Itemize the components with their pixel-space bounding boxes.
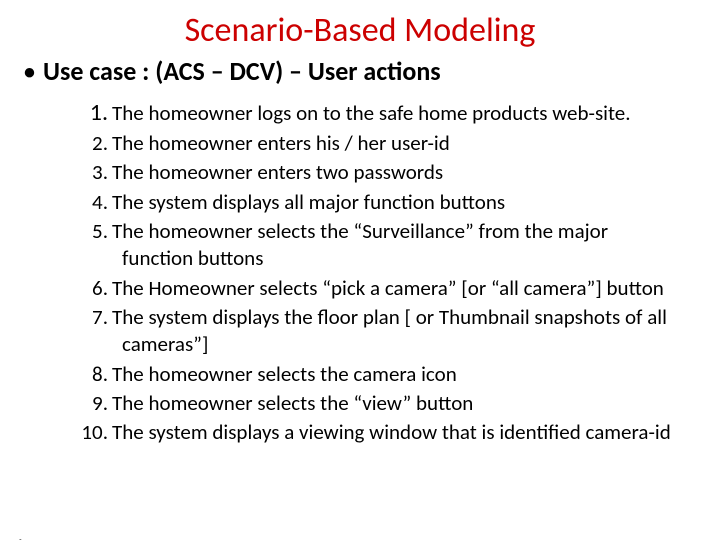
cutoff-text: by <box>18 534 38 540</box>
bullet-icon: • <box>24 61 35 83</box>
list-item: The homeowner selects the “Surveillance”… <box>80 218 680 273</box>
list-item: The homeowner selects the camera icon <box>80 361 680 388</box>
list-item: The homeowner selects the “view” button <box>80 390 680 417</box>
list-item: The Homeowner selects “pick a camera” [o… <box>80 275 680 302</box>
list-item: The homeowner enters two passwords <box>80 159 680 186</box>
list-item: The homeowner enters his / her user-id <box>80 130 680 157</box>
list-item: The system displays a viewing window tha… <box>80 419 680 446</box>
list-item: The system displays the floor plan [ or … <box>80 304 680 359</box>
steps-list: The homeowner logs on to the safe home p… <box>80 97 680 446</box>
steps-container: The homeowner logs on to the safe home p… <box>80 97 680 446</box>
slide: Scenario-Based Modeling • Use case : (ACS… <box>0 10 720 540</box>
subtitle-text: Use case : (ACS – DCV) – User actions <box>43 55 441 87</box>
slide-title: Scenario-Based Modeling <box>0 10 720 51</box>
slide-subtitle: • Use case : (ACS – DCV) – User actions <box>24 55 720 87</box>
list-item: The system displays all major function b… <box>80 189 680 216</box>
list-item: The homeowner logs on to the safe home p… <box>80 97 680 128</box>
